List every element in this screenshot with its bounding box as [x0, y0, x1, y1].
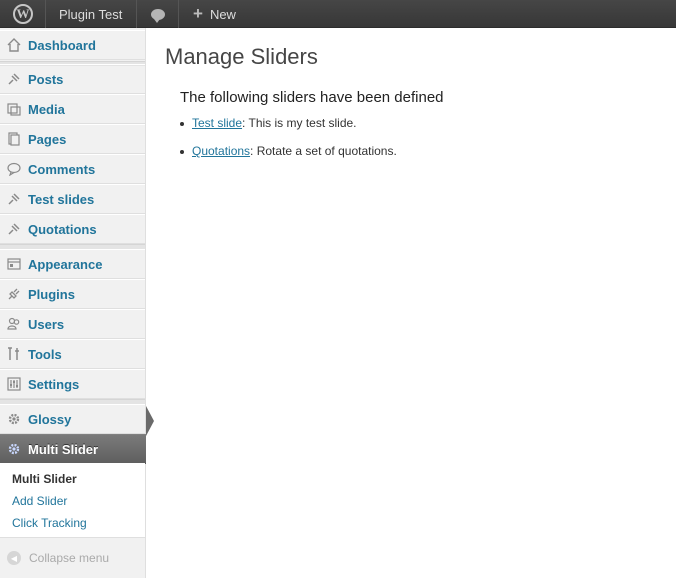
slider-list: Test slide: This is my test slide. Quota…	[180, 116, 397, 172]
collapse-menu-button[interactable]: ◀ Collapse menu	[0, 543, 145, 573]
sidebar-item-test-slides[interactable]: Test slides	[0, 184, 145, 214]
slider-link-test-slide[interactable]: Test slide	[192, 116, 242, 130]
submenu-item-add-slider[interactable]: Add Slider	[12, 494, 67, 508]
new-label: New	[209, 6, 236, 22]
sidebar-item-settings[interactable]: Settings	[0, 369, 145, 399]
list-item: Quotations: Rotate a set of quotations.	[180, 144, 397, 172]
main-content: Manage Sliders The following sliders hav…	[146, 28, 676, 578]
sidebar-item-comments[interactable]: Comments	[0, 154, 145, 184]
sidebar-item-label: Posts	[28, 71, 64, 87]
site-name-link[interactable]: Plugin Test	[46, 0, 137, 28]
sidebar-item-label: Tools	[28, 346, 62, 362]
bullet-icon	[180, 122, 184, 126]
comments-icon	[6, 161, 22, 177]
slider-description: : Rotate a set of quotations.	[250, 144, 397, 158]
pages-icon	[6, 131, 22, 147]
sidebar-item-tools[interactable]: Tools	[0, 339, 145, 369]
admin-sidebar: Dashboard Posts Media Pages Comments Tes…	[0, 28, 146, 578]
comment-bubble-icon	[151, 8, 165, 23]
sidebar-item-quotations[interactable]: Quotations	[0, 214, 145, 244]
slider-description: : This is my test slide.	[242, 116, 357, 130]
comments-button[interactable]	[137, 0, 179, 28]
users-icon	[6, 316, 22, 332]
sidebar-item-posts[interactable]: Posts	[0, 64, 145, 94]
new-content-button[interactable]: + New	[179, 0, 255, 28]
submenu-item-multi-slider[interactable]: Multi Slider	[12, 472, 77, 486]
media-icon	[6, 101, 22, 117]
sidebar-item-label: Dashboard	[28, 37, 96, 53]
dashboard-icon	[6, 37, 22, 53]
sidebar-item-label: Appearance	[28, 256, 103, 272]
admin-bar: W Plugin Test + New	[0, 0, 676, 28]
pin-icon	[6, 71, 22, 87]
sidebar-item-dashboard[interactable]: Dashboard	[0, 30, 145, 60]
settings-icon	[6, 376, 22, 392]
sliders-subheading: The following sliders have been defined	[180, 89, 444, 106]
collapse-menu-label: Collapse menu	[29, 551, 110, 565]
page-title: Manage Sliders	[165, 44, 318, 69]
sidebar-item-label: Quotations	[28, 221, 97, 237]
sidebar-item-label: Users	[28, 316, 65, 332]
sidebar-item-glossy[interactable]: Glossy	[0, 404, 145, 434]
site-name-label: Plugin Test	[59, 6, 123, 22]
sidebar-item-pages[interactable]: Pages	[0, 124, 145, 154]
bullet-icon	[180, 150, 184, 154]
sidebar-item-users[interactable]: Users	[0, 309, 145, 339]
sidebar-item-label: Settings	[28, 376, 80, 392]
wordpress-logo-button[interactable]: W	[0, 0, 46, 28]
sidebar-item-label: Multi Slider	[28, 441, 99, 457]
wordpress-logo-icon: W	[13, 4, 33, 24]
tools-icon	[6, 346, 22, 362]
gear-icon	[6, 411, 22, 427]
submenu-item-click-tracking[interactable]: Click Tracking	[12, 516, 87, 530]
collapse-arrow-icon: ◀	[7, 551, 21, 565]
slider-link-quotations[interactable]: Quotations	[192, 144, 250, 158]
sidebar-item-label: Test slides	[28, 191, 95, 207]
plus-icon: +	[193, 4, 203, 23]
sidebar-item-label: Comments	[28, 161, 96, 177]
gear-icon	[6, 441, 22, 457]
sidebar-item-appearance[interactable]: Appearance	[0, 249, 145, 279]
plugins-icon	[6, 286, 22, 302]
appearance-icon	[6, 256, 22, 272]
sidebar-item-label: Pages	[28, 131, 67, 147]
sidebar-item-media[interactable]: Media	[0, 94, 145, 124]
sidebar-item-multi-slider[interactable]: Multi Slider	[0, 434, 146, 464]
sidebar-item-plugins[interactable]: Plugins	[0, 279, 145, 309]
list-item: Test slide: This is my test slide.	[180, 116, 397, 144]
sidebar-item-label: Glossy	[28, 411, 72, 427]
pin-icon	[6, 191, 22, 207]
multi-slider-submenu: Multi Slider Add Slider Click Tracking	[0, 463, 145, 538]
sidebar-item-label: Plugins	[28, 286, 75, 302]
sidebar-item-label: Media	[28, 101, 65, 117]
pin-icon	[6, 221, 22, 237]
